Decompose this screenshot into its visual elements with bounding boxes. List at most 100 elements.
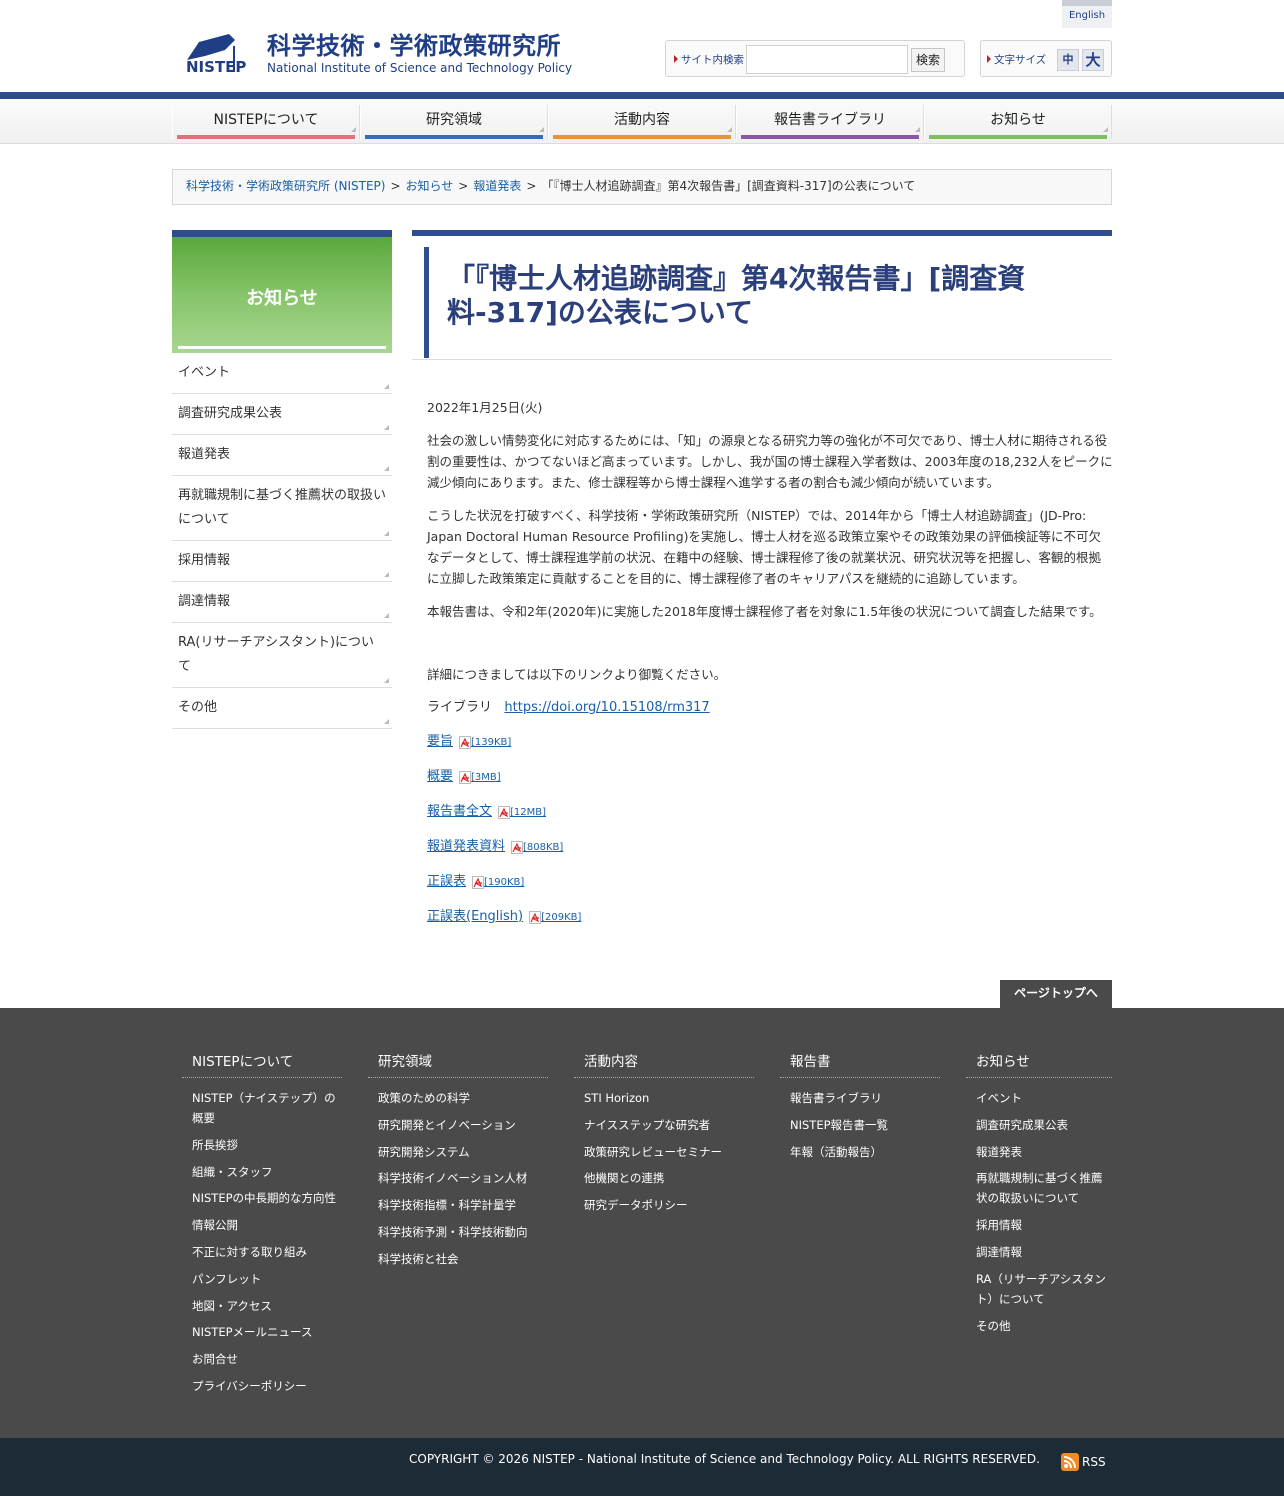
footer-link[interactable]: プライバシーポリシー: [192, 1376, 342, 1396]
site-logo[interactable]: NISTEP 科学技術・学術政策研究所 National Institute o…: [185, 30, 572, 77]
pdf-size[interactable]: [808KB]: [523, 842, 563, 853]
nav-item-3[interactable]: 報告書ライブラリ: [736, 105, 924, 139]
footer-link[interactable]: 報告書ライブラリ: [790, 1088, 940, 1108]
arrow-icon: [674, 55, 678, 63]
sidebar-title: お知らせ: [246, 288, 318, 309]
footer-link[interactable]: 研究データポリシー: [584, 1195, 754, 1215]
pdf-link[interactable]: 正誤表(English): [427, 909, 523, 924]
sidebar-item-label: 再就職規制に基づく推薦状の取扱いについて: [178, 488, 387, 527]
footer-link[interactable]: 政策のための科学: [378, 1088, 548, 1108]
footer-link[interactable]: その他: [976, 1316, 1112, 1336]
nav-underline: [741, 135, 919, 139]
sidebar-item-label: 報道発表: [178, 447, 231, 462]
article-paragraph: 社会の激しい情勢変化に対応するためには、「知」の源泉となる研究力等の強化が不可欠…: [427, 433, 1113, 490]
footer-link[interactable]: 調査研究成果公表: [976, 1115, 1112, 1135]
sidebar-item-6[interactable]: RA(リサーチアシスタント)について: [172, 623, 392, 688]
footer-link[interactable]: 研究開発システム: [378, 1142, 548, 1162]
font-size-medium-button[interactable]: 中: [1057, 49, 1079, 71]
nav-item-4[interactable]: お知らせ: [924, 105, 1112, 139]
footer-link[interactable]: 報道発表: [976, 1142, 1112, 1162]
footer-link[interactable]: ナイスステップな研究者: [584, 1115, 754, 1135]
footer-link[interactable]: NISTEPの中長期的な方向性: [192, 1188, 342, 1208]
footer-link[interactable]: NISTEP（ナイステップ）の概要: [192, 1088, 342, 1128]
footer-column-title[interactable]: 活動内容: [574, 1050, 754, 1078]
footer-link[interactable]: 不正に対する取り組み: [192, 1242, 342, 1262]
nav-item-2[interactable]: 活動内容: [548, 105, 736, 139]
corner-arrow-icon: [384, 613, 389, 618]
footer-link[interactable]: 所長挨拶: [192, 1135, 342, 1155]
pdf-icon: [511, 840, 524, 854]
sidebar-item-3[interactable]: 再就職規制に基づく推薦状の取扱いについて: [172, 476, 392, 541]
english-link[interactable]: English: [1062, 0, 1112, 28]
footer-column-title[interactable]: NISTEPについて: [182, 1050, 342, 1078]
footer-link[interactable]: 再就職規制に基づく推薦状の取扱いについて: [976, 1168, 1112, 1208]
footer-link[interactable]: 情報公開: [192, 1215, 342, 1235]
footer-link[interactable]: 組織・スタッフ: [192, 1162, 342, 1182]
corner-arrow-icon: [351, 127, 356, 132]
footer-link[interactable]: STI Horizon: [584, 1088, 754, 1108]
font-size-large-button[interactable]: 大: [1082, 49, 1104, 71]
article-paragraph: こうした状況を打破すべく、科学技術・学術政策研究所（NISTEP）では、2014…: [427, 508, 1102, 586]
article-date: 2022年1月25日(火): [427, 400, 543, 415]
copyright-bar: COPYRIGHT © 2026 NISTEP - National Insti…: [0, 1438, 1284, 1496]
page-top-button[interactable]: ページトップへ: [1000, 980, 1112, 1008]
pdf-link[interactable]: 要旨: [427, 734, 453, 749]
breadcrumb-link-home[interactable]: 科学技術・学術政策研究所 (NISTEP): [186, 179, 385, 193]
footer-link[interactable]: 調達情報: [976, 1242, 1112, 1262]
breadcrumb-link-news[interactable]: お知らせ: [406, 179, 454, 193]
rss-link[interactable]: RSS: [1061, 1453, 1106, 1471]
footer-link[interactable]: パンフレット: [192, 1269, 342, 1289]
footer-column-title[interactable]: 報告書: [780, 1050, 940, 1078]
footer-link[interactable]: 他機関との連携: [584, 1168, 754, 1188]
footer-link[interactable]: NISTEPメールニュース: [192, 1322, 342, 1342]
footer-link[interactable]: 採用情報: [976, 1215, 1112, 1235]
footer-link[interactable]: 年報（活動報告）: [790, 1142, 940, 1162]
footer-column-title[interactable]: 研究領域: [368, 1050, 548, 1078]
nav-item-0[interactable]: NISTEPについて: [172, 105, 360, 139]
footer-link[interactable]: イベント: [976, 1088, 1112, 1108]
footer-link[interactable]: 科学技術イノベーション人材: [378, 1168, 548, 1188]
corner-arrow-icon: [915, 127, 920, 132]
footer-column-title[interactable]: お知らせ: [966, 1050, 1112, 1078]
copyright-text: COPYRIGHT © 2026 NISTEP - National Insti…: [409, 1452, 1040, 1466]
pdf-icon: [498, 805, 511, 819]
footer-link[interactable]: お問合せ: [192, 1349, 342, 1369]
pdf-size[interactable]: [190KB]: [484, 877, 524, 888]
footer-link[interactable]: 研究開発とイノベーション: [378, 1115, 548, 1135]
pdf-link[interactable]: 正誤表: [427, 874, 466, 889]
footer-link[interactable]: 科学技術と社会: [378, 1249, 548, 1269]
sidebar-item-1[interactable]: 調査研究成果公表: [172, 394, 392, 435]
corner-arrow-icon: [384, 572, 389, 577]
page-title-block: 「『博士人材追跡調査』第4次報告書」[調査資料-317]の公表について: [412, 236, 1112, 360]
svg-text:NISTEP: NISTEP: [186, 58, 246, 76]
footer-link[interactable]: NISTEP報告書一覧: [790, 1115, 940, 1135]
pdf-link[interactable]: 概要: [427, 769, 453, 784]
search-button[interactable]: 検索: [911, 48, 945, 72]
breadcrumb-link-press[interactable]: 報道発表: [473, 179, 521, 193]
search-input[interactable]: [746, 45, 908, 74]
footer-column-3: 報告書報告書ライブラリ NISTEP報告書一覧 年報（活動報告）: [780, 1050, 940, 1168]
pdf-link[interactable]: 報道発表資料: [427, 839, 505, 854]
footer-link[interactable]: 地図・アクセス: [192, 1296, 342, 1316]
corner-arrow-icon: [384, 466, 389, 471]
site-footer: NISTEPについて NISTEP（ナイステップ）の概要所長挨拶組織・スタッフ NI…: [0, 1008, 1284, 1438]
header-divider: [0, 92, 1284, 99]
library-doi-link[interactable]: https://doi.org/10.15108/rm317: [504, 700, 709, 715]
sidebar-item-2[interactable]: 報道発表: [172, 435, 392, 476]
footer-link[interactable]: 科学技術指標・科学計量学: [378, 1195, 548, 1215]
footer-link[interactable]: 科学技術予測・科学技術動向: [378, 1222, 548, 1242]
footer-link[interactable]: RA（リサーチアシスタント）について: [976, 1269, 1112, 1309]
pdf-link-row: 正誤表(English) [209KB]: [427, 906, 1113, 928]
footer-link[interactable]: 政策研究レビューセミナー: [584, 1142, 754, 1162]
pdf-size[interactable]: [139KB]: [471, 737, 511, 748]
pdf-link[interactable]: 報告書全文: [427, 804, 492, 819]
sidebar-item-4[interactable]: 採用情報: [172, 541, 392, 582]
pdf-size[interactable]: [209KB]: [541, 912, 581, 923]
sidebar-item-7[interactable]: その他: [172, 688, 392, 729]
sidebar-item-5[interactable]: 調達情報: [172, 582, 392, 623]
pdf-size[interactable]: [12MB]: [510, 807, 546, 818]
sidebar-item-0[interactable]: イベント: [172, 353, 392, 394]
nav-item-1[interactable]: 研究領域: [360, 105, 548, 139]
sidebar-item-label: 調達情報: [178, 594, 231, 609]
pdf-size[interactable]: [3MB]: [471, 772, 501, 783]
